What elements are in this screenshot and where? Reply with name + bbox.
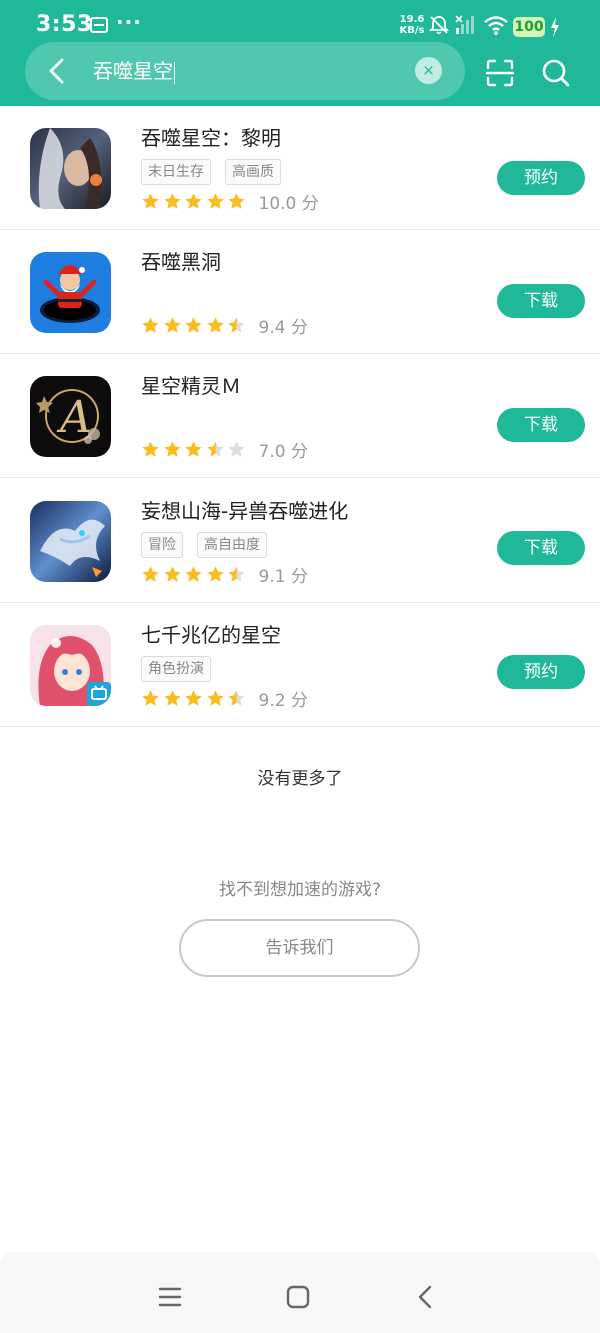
game-title: 吞噬星空：黎明 xyxy=(141,126,281,150)
star-full-icon xyxy=(185,316,202,333)
network-speed: 19.6 KB/s xyxy=(398,14,426,36)
rating: 9.1 分 xyxy=(141,563,308,587)
star-full-icon xyxy=(142,689,159,706)
star-full-icon xyxy=(206,565,224,582)
star-full-icon xyxy=(206,316,224,333)
result-row[interactable]: 吞噬星空：黎明 末日生存 高画质 10.0 分 预约 xyxy=(0,106,600,230)
rating: 7.0 分 xyxy=(141,438,308,462)
search-input[interactable]: 吞噬星空 xyxy=(93,58,175,84)
game-icon-wangxiang-shanhai xyxy=(30,501,111,582)
star-full-icon xyxy=(185,440,202,457)
star-full-icon xyxy=(185,565,202,582)
reserve-button[interactable]: 预约 xyxy=(497,161,585,195)
clear-search-button[interactable]: × xyxy=(415,57,442,84)
star-half-icon xyxy=(228,316,245,333)
menu-icon[interactable] xyxy=(156,1283,184,1311)
more-notifications-indicator: ··· xyxy=(116,10,142,34)
star-half-icon xyxy=(228,689,245,706)
scan-icon[interactable] xyxy=(484,57,516,89)
star-full-icon xyxy=(206,689,224,706)
back-icon[interactable] xyxy=(412,1283,440,1311)
rating: 9.4 分 xyxy=(141,314,308,338)
sim-card-icon xyxy=(90,17,108,33)
star-full-icon xyxy=(185,689,202,706)
star-full-icon xyxy=(163,689,181,706)
star-full-icon xyxy=(163,440,181,457)
home-icon[interactable] xyxy=(284,1283,312,1311)
game-tag: 高自由度 xyxy=(197,532,267,558)
status-time: 3:53 xyxy=(36,12,93,37)
app-header: 3:53 ··· 19.6 KB/s 100 吞噬星空 × xyxy=(0,0,600,106)
reserve-button[interactable]: 预约 xyxy=(497,655,585,689)
star-full-icon xyxy=(142,316,159,333)
text-cursor xyxy=(174,61,175,84)
star-full-icon xyxy=(163,565,181,582)
search-box[interactable] xyxy=(25,42,465,100)
star-full-icon xyxy=(228,192,245,209)
game-icon-tunshi-heidong xyxy=(30,252,111,333)
score-text: 10.0 分 xyxy=(258,193,319,214)
star-half-icon xyxy=(206,440,224,457)
back-arrow-icon[interactable] xyxy=(44,56,70,86)
star-rating xyxy=(141,565,249,584)
star-full-icon xyxy=(142,440,159,457)
star-rating xyxy=(141,689,249,708)
bell-off-icon xyxy=(428,16,450,34)
game-title: 七千兆亿的星空 xyxy=(141,623,281,647)
star-rating xyxy=(141,316,249,335)
cant-find-game-text: 找不到想加速的游戏? xyxy=(218,880,382,900)
search-icon[interactable] xyxy=(540,57,572,89)
game-icon-tunshi-xingkong-liming xyxy=(30,128,111,209)
game-tag: 高画质 xyxy=(225,159,281,185)
score-text: 7.0 分 xyxy=(258,441,308,462)
score-text: 9.2 分 xyxy=(258,690,308,711)
game-icon-qiqian-zhaoyi-de-xingkong xyxy=(30,625,111,706)
network-speed-value: 19.6 xyxy=(399,14,425,25)
star-full-icon xyxy=(142,192,159,209)
star-half-icon xyxy=(228,565,245,582)
tell-us-button[interactable]: 告诉我们 xyxy=(179,919,420,977)
star-full-icon xyxy=(163,192,181,209)
game-tag: 末日生存 xyxy=(141,159,211,185)
game-tag: 角色扮演 xyxy=(141,656,211,682)
search-query-text: 吞噬星空 xyxy=(93,59,173,83)
game-title: 吞噬黑洞 xyxy=(141,250,221,274)
score-text: 9.1 分 xyxy=(258,566,308,587)
star-full-icon xyxy=(206,192,224,209)
rating: 9.2 分 xyxy=(141,687,308,711)
game-icon-xingkong-jingling-m: A xyxy=(30,376,111,457)
result-row[interactable]: A 星空精灵Ｍ 7.0 分 下载 xyxy=(0,354,600,478)
star-full-icon xyxy=(142,565,159,582)
tag-list: 冒险 高自由度 xyxy=(141,532,281,558)
result-row[interactable]: 七千兆亿的星空 角色扮演 9.2 分 预约 xyxy=(0,603,600,727)
game-tag: 冒险 xyxy=(141,532,183,558)
star-full-icon xyxy=(163,316,181,333)
download-button[interactable]: 下载 xyxy=(497,531,585,565)
star-rating xyxy=(141,440,249,459)
score-text: 9.4 分 xyxy=(258,317,308,338)
download-button[interactable]: 下载 xyxy=(497,408,585,442)
battery-level: 100 xyxy=(513,17,545,37)
tag-list: 末日生存 高画质 xyxy=(141,159,295,185)
result-row[interactable]: 吞噬黑洞 9.4 分 下载 xyxy=(0,230,600,354)
network-speed-unit: KB/s xyxy=(399,25,425,36)
tag-list: 角色扮演 xyxy=(141,656,225,682)
rating: 10.0 分 xyxy=(141,190,319,214)
game-title: 妄想山海-异兽吞噬进化 xyxy=(141,499,349,523)
wifi-icon xyxy=(484,16,508,35)
result-row[interactable]: 妄想山海-异兽吞噬进化 冒险 高自由度 9.1 分 下载 xyxy=(0,479,600,603)
no-more-results-text: 没有更多了 xyxy=(257,769,343,789)
star-rating xyxy=(141,192,249,211)
svg-text:A: A xyxy=(56,392,92,443)
game-title: 星空精灵Ｍ xyxy=(141,374,241,398)
download-button[interactable]: 下载 xyxy=(497,284,585,318)
star-full-icon xyxy=(185,192,202,209)
signal-icon xyxy=(455,15,474,34)
charging-icon xyxy=(551,17,559,37)
star-empty-icon xyxy=(228,440,245,457)
